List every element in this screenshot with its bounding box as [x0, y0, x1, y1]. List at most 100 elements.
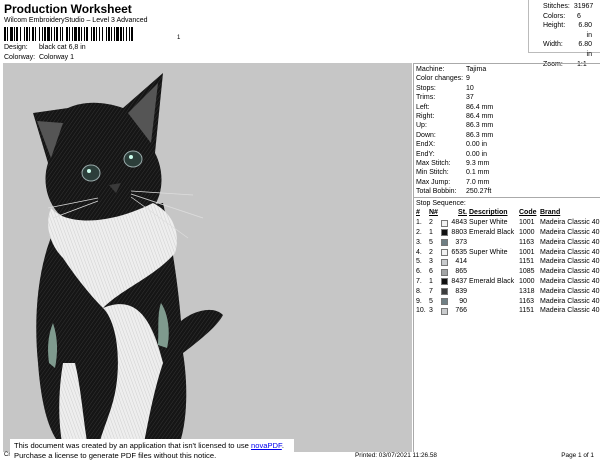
row-stitches: 8803: [451, 229, 467, 237]
row-brand: Madeira Classic 40: [540, 219, 600, 227]
design-value: black cat 6,8 in: [39, 44, 86, 51]
row-brand: Madeira Classic 40: [540, 238, 600, 246]
param-row: Right: 86.4 mm: [416, 112, 600, 121]
param-label: Machine:: [416, 66, 445, 73]
color-swatch: [441, 257, 451, 267]
colorway-label: Colorway:: [4, 54, 36, 61]
row-number: 7.: [416, 278, 422, 286]
param-value: 9.3 mm: [466, 159, 490, 167]
stat-row: Width: 6.80 in: [543, 40, 600, 59]
param-value: 250.27ft: [466, 188, 492, 196]
row-number: 3.: [416, 238, 422, 246]
param-label: Left:: [416, 103, 430, 111]
row-code: 1318: [519, 287, 535, 295]
param-row: Machine: Tajima: [416, 65, 600, 74]
param-label: Right:: [416, 112, 435, 120]
stop-sequence-title: Stop Sequence:: [416, 200, 466, 208]
notice-text: This document was created by an applicat…: [14, 441, 251, 450]
color-swatch: [441, 306, 451, 316]
stat-value: 31967: [573, 3, 594, 10]
param-row: Min Stitch: 0.1 mm: [416, 168, 600, 177]
thread-color-swatch: [441, 229, 448, 237]
row-number: 2.: [416, 229, 422, 237]
stat-label: Width:: [543, 41, 563, 49]
row-brand: Madeira Classic 40: [540, 268, 600, 276]
row-brand: Madeira Classic 40: [540, 297, 600, 305]
row-description: Super White: [469, 219, 508, 227]
param-label: Trims:: [416, 94, 436, 102]
row-needle: 1: [429, 278, 433, 286]
thread-color-swatch: [441, 239, 448, 247]
thread-color-swatch: [441, 258, 448, 266]
barcode-bar: [131, 27, 133, 41]
param-row: Down: 86.3 mm: [416, 131, 600, 140]
row-code: 1001: [519, 248, 535, 256]
table-row: 10. 3 766 1151 Madeira Classic 40: [414, 306, 600, 316]
color-swatch: [441, 267, 451, 277]
row-number: 10.: [416, 307, 426, 315]
param-value: 7.0 mm: [466, 178, 490, 186]
param-row: Color changes: 9: [416, 74, 600, 83]
row-number: 6.: [416, 268, 422, 276]
row-needle: 2: [429, 248, 433, 256]
param-label: Min Stitch:: [416, 169, 449, 177]
param-row: Up: 86.3 mm: [416, 121, 600, 130]
row-code: 1151: [519, 258, 535, 266]
table-row: 2. 1 8803 Emerald Black 1000 Madeira Classic …: [414, 228, 600, 238]
notice-punct: .: [281, 441, 284, 450]
row-brand: Madeira Classic 40: [540, 278, 600, 286]
design-stats: Stitches: 31967 Colors: 6 Height: 6.80 in W…: [528, 0, 600, 68]
table-row: 6. 6 865 1085 Madeira Classic 40: [414, 267, 600, 277]
row-stitches: 4843: [451, 219, 467, 227]
stat-value: 6.80 in: [578, 41, 592, 58]
row-needle: 5: [429, 238, 433, 246]
row-needle: 5: [429, 297, 433, 305]
row-code: 1000: [519, 229, 535, 237]
stop-sequence-header: # N# St. Description Code Brand: [414, 208, 600, 218]
worksheet-page: Production Worksheet Wilcom EmbroiderySt…: [0, 0, 600, 464]
row-stitches: 8437: [451, 278, 467, 286]
row-stitches: 766: [455, 307, 467, 315]
param-label: Stops:: [416, 84, 436, 92]
param-label: Max Jump:: [416, 178, 451, 186]
col-needle: N#: [429, 209, 438, 217]
row-description: Super White: [469, 248, 508, 256]
param-row: Total Bobbin: 250.27ft: [416, 187, 600, 196]
color-swatch: [441, 248, 451, 258]
col-code: Code: [519, 209, 537, 217]
row-code: 1163: [519, 238, 535, 246]
table-row: 5. 3 414 1151 Madeira Classic 40: [414, 257, 600, 267]
notice-text-2: Purchase a license to generate PDF files…: [14, 451, 217, 460]
thread-color-swatch: [441, 307, 448, 315]
param-value: 86.3 mm: [466, 131, 494, 139]
row-stitches: 865: [455, 268, 467, 276]
stop-sequence-rows: 1. 2 4843 Super White 1001 Madeira Classic 40…: [414, 218, 600, 316]
software-name: Wilcom EmbroideryStudio – Level 3 Advanc…: [4, 17, 148, 24]
barcode: [4, 27, 176, 41]
param-row: EndY: 0.00 in: [416, 150, 600, 159]
license-notice: This document was created by an applicat…: [10, 439, 294, 462]
row-description: [469, 306, 519, 316]
row-description: [469, 257, 519, 267]
row-description: [469, 238, 519, 248]
param-label: EndY:: [416, 150, 435, 158]
stat-label: Stitches:: [543, 3, 570, 10]
row-description: [469, 267, 519, 277]
param-row: Max Stitch: 9.3 mm: [416, 159, 600, 168]
row-needle: 2: [429, 219, 433, 227]
color-swatch: [441, 218, 451, 228]
param-row: Trims: 37: [416, 93, 600, 102]
color-swatch: [441, 228, 451, 238]
novapdf-link[interactable]: novaPDF: [251, 441, 282, 450]
stat-label: Colors:: [543, 12, 566, 20]
row-stitches: 90: [459, 297, 467, 305]
row-needle: 3: [429, 258, 433, 266]
row-brand: Madeira Classic 40: [540, 258, 600, 266]
row-stitches: 839: [455, 287, 467, 295]
table-row: 7. 1 8437 Emerald Black 1000 Madeira Classic …: [414, 277, 600, 287]
colorway-row: Colorway: Colorway 1: [4, 54, 74, 61]
param-value: 86.4 mm: [466, 112, 494, 120]
param-value: Tajima: [466, 66, 487, 73]
row-code: 1001: [519, 219, 535, 227]
color-swatch: [441, 287, 451, 297]
